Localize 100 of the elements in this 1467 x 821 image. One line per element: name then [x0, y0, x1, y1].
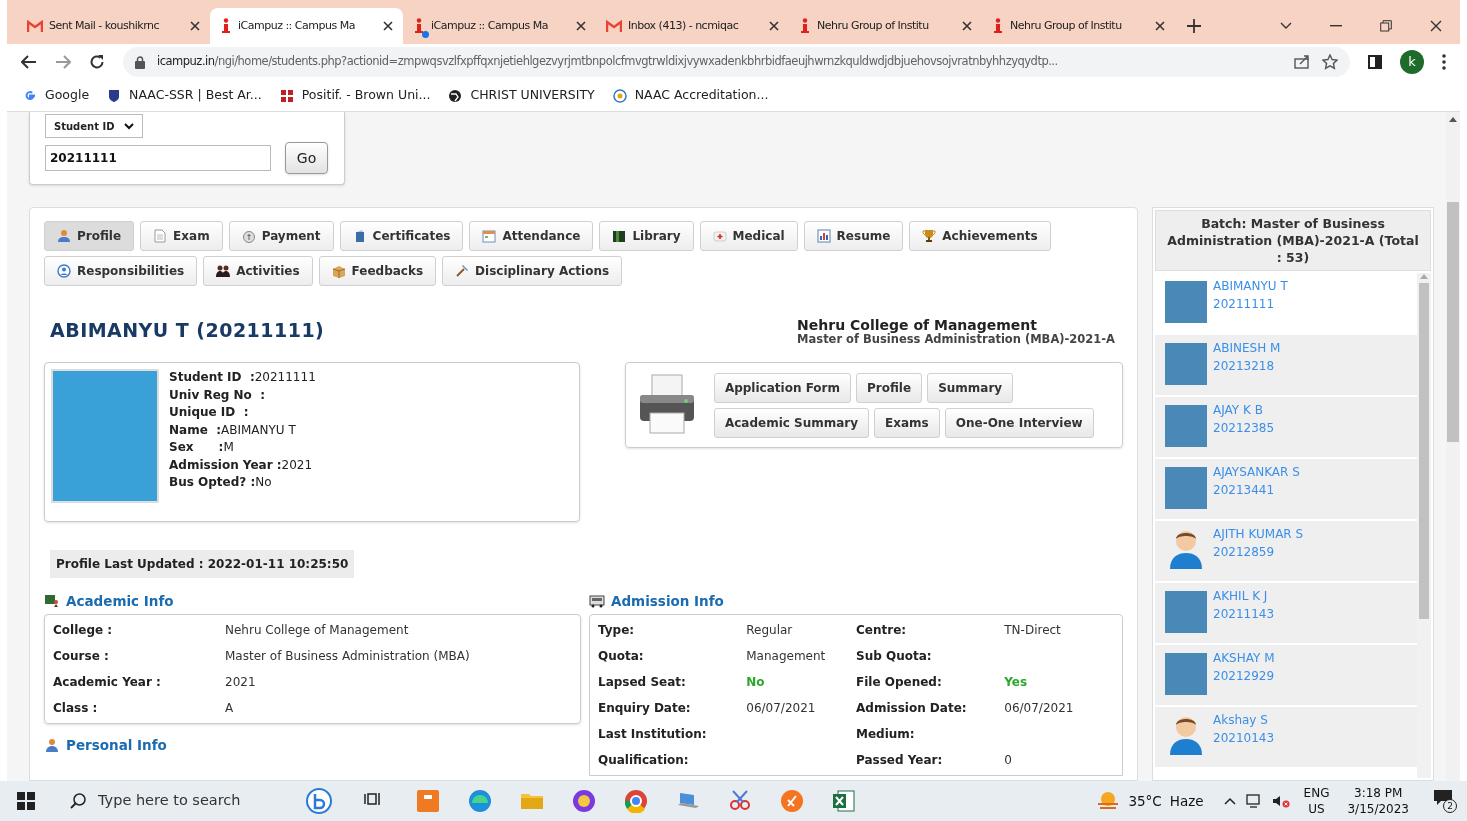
close-icon[interactable] [190, 21, 200, 31]
field-label: Qualification: [598, 752, 690, 769]
student-id-field[interactable]: 20211111 [45, 145, 271, 171]
money-bag-icon [241, 229, 256, 243]
bookmark[interactable]: NAAC Accreditation... [612, 86, 769, 105]
student-id: 20211143 [1213, 606, 1275, 623]
student-name: ABIMANYU T [1213, 278, 1288, 295]
close-icon[interactable] [962, 21, 972, 31]
chevron-up-icon[interactable] [1223, 797, 1236, 805]
module-tab[interactable]: Attendance [469, 221, 594, 251]
program-name: Master of Business Administration (MBA)-2021-A [797, 333, 1115, 346]
lock-icon [135, 55, 145, 69]
list-scrollbar[interactable] [1417, 273, 1431, 778]
close-icon[interactable] [383, 21, 393, 31]
tab-title: Sent Mail - koushikrnc [49, 17, 160, 34]
scissors-icon[interactable] [728, 789, 752, 813]
bookmark[interactable]: Google [23, 86, 90, 105]
detail-line: Sex :M [169, 439, 235, 456]
info-icon [220, 18, 232, 34]
field-value: Management [746, 648, 827, 665]
taskbar-clock[interactable]: 3:18 PM 3/15/2023 [1347, 785, 1409, 817]
field-label: Course : [53, 648, 110, 665]
notification-center-button[interactable]: 2 [1433, 789, 1457, 813]
module-tab[interactable]: Medical [699, 221, 798, 251]
restore-icon[interactable] [1380, 20, 1392, 32]
module-tab[interactable]: Resume [803, 221, 904, 251]
filter-dropdown[interactable]: Student ID [45, 114, 143, 138]
student-name: AJITH KUMAR S [1213, 526, 1304, 543]
speaker-muted-icon[interactable] [1271, 794, 1290, 808]
language-indicator[interactable]: ENG US [1303, 785, 1330, 817]
print-button[interactable]: Exams [874, 407, 940, 438]
student-id: 20212385 [1213, 420, 1275, 437]
go-button[interactable]: Go [285, 142, 328, 174]
minimize-icon[interactable] [1330, 25, 1342, 27]
info-icon [799, 18, 811, 34]
close-icon[interactable] [769, 21, 779, 31]
module-tab[interactable]: Feedbacks [318, 256, 437, 286]
bookmark[interactable]: CHRIST UNIVERSITY [448, 86, 595, 105]
address-bar[interactable]: icampuz.in/ngi/home/students.php?actionid=zmpwqsvzlfxpffqxnjetiehlgezvyrjmtbnpolcfmvgtrwldixjvywxadenkbhrbidfaeujhwrnzkquldwdjdbjuehovsojvratnbyhhzyqydtp... [123, 47, 1350, 77]
photo-placeholder [1165, 343, 1207, 385]
section-title: Admission Info [611, 591, 724, 611]
close-icon[interactable] [1430, 20, 1442, 32]
chat-bubble-icon[interactable] [304, 787, 334, 815]
module-tab[interactable]: Profile [44, 221, 135, 251]
mail-icon [606, 20, 622, 32]
star-icon[interactable] [1322, 54, 1338, 70]
field-value: Nehru College of Management [225, 622, 409, 639]
field-label: Admission Date: [856, 700, 968, 717]
chevron-down-icon[interactable] [1280, 22, 1292, 30]
share-icon[interactable] [1294, 55, 1310, 69]
print-button[interactable]: Profile [856, 372, 923, 403]
field-value: A [225, 700, 234, 717]
field-label: Last Institution: [598, 726, 708, 743]
module-tab[interactable]: Certificates [339, 221, 464, 251]
browser-tab[interactable]: iCampuz :: Campus Ma [210, 8, 403, 44]
field-label: Enquiry Date: [598, 700, 692, 717]
windows-start-icon[interactable] [17, 792, 35, 810]
module-tab[interactable]: Responsibilities [44, 256, 198, 286]
close-icon[interactable] [576, 21, 586, 31]
scroll-up-icon [1420, 273, 1428, 279]
module-tab[interactable]: Activities [203, 256, 313, 286]
page-scrollbar[interactable] [1446, 112, 1460, 781]
bookmark[interactable]: NAAC-SSR | Best Ar... [107, 86, 262, 105]
forward-arrow-icon[interactable] [55, 55, 71, 69]
print-button[interactable]: Application Form [713, 372, 851, 403]
module-tab[interactable]: Library [599, 221, 694, 251]
detail-line: Admission Year :2021 [169, 456, 314, 474]
back-arrow-icon[interactable] [21, 55, 37, 69]
module-tab[interactable]: Payment [228, 221, 334, 251]
print-button[interactable]: Academic Summary [713, 407, 870, 438]
profile-avatar[interactable]: k [1400, 50, 1424, 74]
student-id: 20210143 [1213, 730, 1275, 747]
field-label: College : [53, 622, 114, 639]
photo-placeholder [1165, 405, 1207, 447]
print-button[interactable]: One-One Interview [944, 407, 1094, 438]
section-title: Academic Info [66, 591, 174, 611]
network-icon[interactable] [1245, 794, 1262, 808]
tab-title: Nehru Group of Institu [1010, 17, 1123, 34]
more-options-icon[interactable] [1442, 54, 1446, 70]
bookmark[interactable]: Positif. - Brown Uni... [279, 86, 431, 105]
spreadsheet-icon[interactable] [832, 789, 856, 813]
document-icon [153, 229, 168, 243]
module-tab[interactable]: Disciplinary Actions [442, 256, 623, 286]
field-label: Passed Year: [856, 752, 944, 769]
student-name: AKHIL K J [1213, 588, 1269, 605]
student-id: 20211111 [1213, 296, 1276, 313]
print-button[interactable]: Summary [927, 372, 1014, 403]
detail-line: Student ID :20211111 [169, 369, 316, 386]
module-tab[interactable]: Exam [140, 221, 223, 251]
taskbar-search-field[interactable]: Type here to search [52, 781, 352, 821]
new-tab-icon[interactable] [1187, 19, 1201, 33]
side-panel-icon[interactable] [1368, 55, 1382, 69]
pdf-app-icon[interactable] [416, 789, 440, 813]
module-tab[interactable]: Achievements [909, 221, 1051, 251]
reload-icon[interactable] [89, 54, 105, 70]
chrome-icon[interactable] [624, 789, 648, 813]
shield-icon [107, 88, 122, 103]
close-icon[interactable] [1155, 21, 1165, 31]
person-circle-icon [57, 264, 71, 278]
weather-widget[interactable]: 35°C Haze [1096, 790, 1204, 812]
